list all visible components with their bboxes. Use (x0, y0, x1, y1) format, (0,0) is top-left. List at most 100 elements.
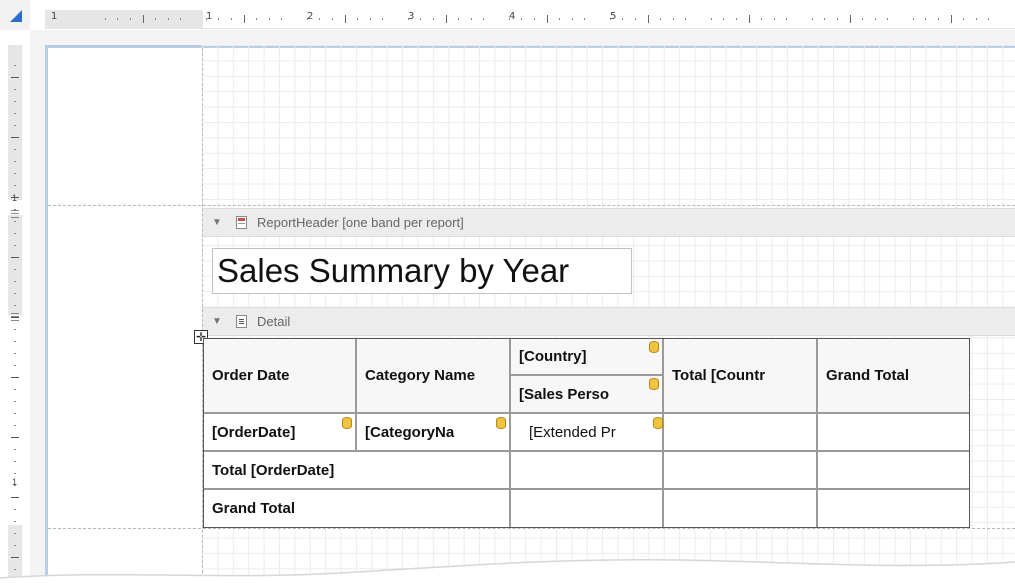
ruler-tick (432, 18, 434, 20)
ruler-tick (11, 377, 19, 378)
total-order-date-cell[interactable] (817, 451, 970, 489)
ruler-tick (963, 18, 965, 20)
total-order-date-cell[interactable] (663, 451, 817, 489)
ruler-tick (14, 449, 16, 450)
ruler-tick (14, 389, 16, 390)
header-grand-total[interactable]: Grand Total (817, 338, 970, 413)
ruler-tick (445, 15, 447, 23)
header-order-date[interactable]: Order Date (203, 338, 356, 413)
database-field-icon (649, 378, 659, 390)
header-total-country[interactable]: Total [Countr (663, 338, 817, 413)
collapse-arrow-icon[interactable]: ▼ (212, 308, 222, 335)
total-order-date-label[interactable]: Total [OrderDate] (203, 451, 510, 489)
ruler-tick (14, 485, 16, 486)
ruler-tick (142, 15, 144, 23)
ruler-tick (180, 18, 182, 20)
ruler-tick (14, 173, 16, 174)
grand-total-row-cell[interactable] (510, 489, 663, 528)
ruler-tick (887, 18, 889, 20)
ruler-tick (811, 18, 813, 20)
ruler-tick (773, 18, 775, 20)
ruler-label: 4 (509, 11, 516, 22)
ruler-tick (14, 233, 16, 234)
ruler-tick (761, 18, 763, 20)
row-total-country-cell[interactable] (663, 413, 817, 451)
ruler-tick (584, 18, 586, 20)
row-category-field[interactable]: [CategoryNa (356, 413, 510, 451)
row-extended-price-field[interactable]: [Extended Pr (510, 413, 663, 451)
ruler-tick (14, 521, 16, 522)
grand-total-row-label[interactable]: Grand Total (203, 489, 510, 528)
row-order-date-field[interactable]: [OrderDate] (203, 413, 356, 451)
ruler-tick (571, 18, 573, 20)
report-title-label[interactable]: Sales Summary by Year (212, 248, 632, 294)
ruler-tick (521, 18, 523, 20)
ruler-tick (723, 18, 725, 20)
ruler-tick (458, 18, 460, 20)
ruler-tick (167, 18, 169, 20)
ruler-tick (660, 18, 662, 20)
row-grand-total-cell[interactable] (817, 413, 970, 451)
ruler-tick (786, 18, 788, 20)
ruler-tick (634, 18, 636, 20)
ruler-tick (331, 18, 333, 20)
cross-tab[interactable]: Order Date Category Name [Country] [Sale… (203, 338, 970, 528)
ruler-tick (14, 245, 16, 246)
ruler-tick (281, 18, 283, 20)
ruler-tick (117, 18, 119, 20)
ruler-tick (824, 18, 826, 20)
ruler-label: 2 (307, 11, 314, 22)
ruler-tick (14, 413, 16, 414)
ruler-tick (748, 15, 750, 23)
ruler-tick (14, 509, 16, 510)
ruler-tick (14, 365, 16, 366)
ruler-tick (14, 269, 16, 270)
ruler-tick (533, 18, 535, 20)
ruler-tick (14, 113, 16, 114)
ruler-tick (268, 18, 270, 20)
horizontal-ruler: 1 1 2 3 4 5 (45, 10, 1015, 29)
header-category-name[interactable]: Category Name (356, 338, 510, 413)
ruler-tick (622, 18, 624, 20)
ruler-tick (14, 149, 16, 150)
ruler-tick (14, 329, 16, 330)
grand-total-row-cell[interactable] (663, 489, 817, 528)
ruler-tick (256, 18, 258, 20)
ruler-tick (357, 18, 359, 20)
ruler-tick (11, 497, 19, 498)
ruler-tick (14, 533, 16, 534)
ruler-tick (14, 341, 16, 342)
ruler-tick (230, 18, 232, 20)
ruler-tick (950, 15, 952, 23)
ruler-tick (14, 221, 16, 222)
top-margin-line (48, 205, 1015, 206)
total-order-date-cell[interactable] (510, 451, 663, 489)
ruler-tick (420, 18, 422, 20)
header-country[interactable]: [Country] (510, 338, 663, 375)
ruler-margin-left (45, 10, 203, 28)
ruler-tick (382, 18, 384, 20)
grand-total-row-cell[interactable] (817, 489, 970, 528)
ruler-tick (975, 18, 977, 20)
ruler-tick (735, 18, 737, 20)
ruler-corner (0, 0, 30, 30)
ruler-tick (849, 15, 851, 23)
report-header-band[interactable]: ▼ ReportHeader [one band per report] (203, 208, 1015, 237)
ruler-band-grip[interactable] (11, 210, 19, 218)
detail-band[interactable]: ▼ Detail (203, 307, 1015, 336)
ruler-tick (672, 18, 674, 20)
ruler-tick (243, 15, 245, 23)
ruler-tick (14, 89, 16, 90)
ruler-label: 1 (51, 11, 58, 22)
ruler-tick (218, 18, 220, 20)
header-sales-person[interactable]: [Sales Perso (510, 375, 663, 413)
ruler-tick (874, 18, 876, 20)
collapse-arrow-icon[interactable]: ▼ (212, 209, 222, 236)
ruler-tick (14, 125, 16, 126)
ruler-tick (14, 101, 16, 102)
ruler-tick (14, 281, 16, 282)
ruler-label: 1 (206, 11, 213, 22)
corner-triangle-icon (10, 10, 22, 22)
ruler-tick (862, 18, 864, 20)
ruler-tick (647, 15, 649, 23)
